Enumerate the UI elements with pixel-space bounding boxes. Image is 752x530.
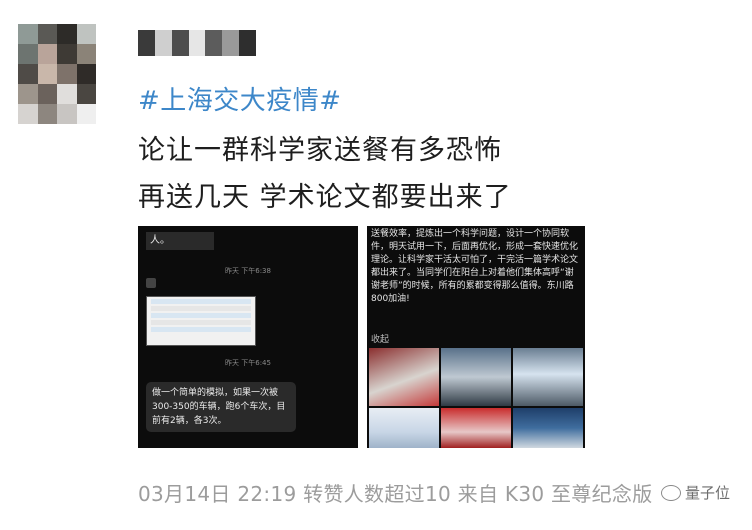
avatar[interactable]: [18, 24, 96, 124]
post-meta: 03月14日 22:19 转赞人数超过10 来自 K30 至尊纪念版: [138, 482, 653, 506]
watermark: 量子位: [660, 482, 730, 503]
spreadsheet-thumbnail: [146, 296, 256, 346]
post-text-line-2: 再送几天 学术论文都要出来了: [138, 182, 512, 213]
photo-thumb: [441, 408, 511, 448]
chat-timestamp: 昨天 下午6:38: [225, 267, 271, 275]
photo-post-screenshot-image[interactable]: 送餐效率，提炼出一个科学问题，设计一个协同软件，明天试用一下，后面再优化，形成一…: [367, 226, 585, 448]
screenshot-paragraph: 送餐效率，提炼出一个科学问题，设计一个协同软件，明天试用一下，后面再优化，形成一…: [371, 229, 579, 304]
topic-hashtag[interactable]: #上海交大疫情#: [138, 80, 342, 117]
photo-thumb: [513, 408, 583, 448]
chat-top-text: 人。: [146, 232, 214, 250]
photo-thumb: [369, 408, 439, 448]
chat-avatar-icon: [146, 278, 156, 288]
collapse-label: 收起: [371, 335, 390, 345]
watermark-text: 量子位: [684, 484, 730, 502]
chat-message-bubble: 做一个简单的模拟，如果一次被300-350的车辆，跑6个车次，目前有2辆，各3次…: [146, 382, 296, 432]
photo-thumb: [441, 348, 511, 406]
chat-screenshot-image[interactable]: 人。 昨天 下午6:38 昨天 下午6:45 做一个简单的模拟，如果一次被300…: [138, 226, 358, 448]
photo-grid: [369, 348, 583, 448]
chat-timestamp: 昨天 下午6:45: [225, 359, 271, 367]
username[interactable]: [138, 30, 257, 56]
photo-thumb: [513, 348, 583, 406]
post-text-line-1: 论让一群科学家送餐有多恐怖: [138, 135, 502, 166]
wechat-logo-icon: [660, 484, 681, 501]
photo-thumb: [369, 348, 439, 406]
